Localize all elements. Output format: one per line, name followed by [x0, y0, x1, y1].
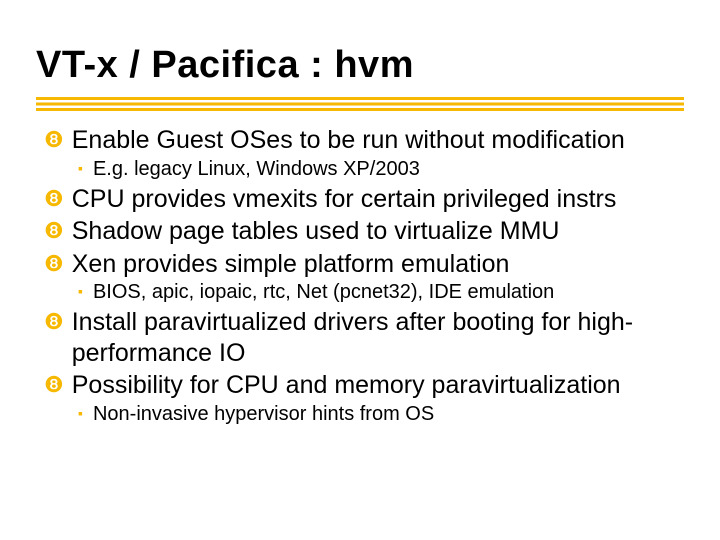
bullet-item: ❽ Xen provides simple platform emulation [44, 249, 684, 280]
square-bullet-icon: ▪ [78, 401, 83, 426]
bullet-text: Shadow page tables used to virtualize MM… [72, 216, 684, 247]
bullet-item: ❽ CPU provides vmexits for certain privi… [44, 184, 684, 215]
circle-bullet-icon: ❽ [44, 216, 64, 246]
circle-bullet-icon: ❽ [44, 125, 64, 155]
bullet-text: Enable Guest OSes to be run without modi… [72, 125, 684, 156]
bullet-item: ❽ Shadow page tables used to virtualize … [44, 216, 684, 247]
circle-bullet-icon: ❽ [44, 249, 64, 279]
bullet-text: CPU provides vmexits for certain privile… [72, 184, 684, 215]
sub-bullet-text: E.g. legacy Linux, Windows XP/2003 [93, 156, 684, 182]
slide-body: ❽ Enable Guest OSes to be run without mo… [0, 125, 720, 427]
sub-bullet-text: BIOS, apic, iopaic, rtc, Net (pcnet32), … [93, 279, 684, 305]
sub-bullet-item: ▪ BIOS, apic, iopaic, rtc, Net (pcnet32)… [78, 279, 684, 305]
sub-bullet-item: ▪ E.g. legacy Linux, Windows XP/2003 [78, 156, 684, 182]
circle-bullet-icon: ❽ [44, 184, 64, 214]
bullet-text: Possibility for CPU and memory paravirtu… [72, 370, 684, 401]
bullet-item: ❽ Install paravirtualized drivers after … [44, 307, 684, 368]
square-bullet-icon: ▪ [78, 279, 83, 304]
sub-bullet-text: Non-invasive hypervisor hints from OS [93, 401, 684, 427]
square-bullet-icon: ▪ [78, 156, 83, 181]
circle-bullet-icon: ❽ [44, 370, 64, 400]
sub-bullet-item: ▪ Non-invasive hypervisor hints from OS [78, 401, 684, 427]
bullet-item: ❽ Possibility for CPU and memory paravir… [44, 370, 684, 401]
circle-bullet-icon: ❽ [44, 307, 64, 337]
bullet-text: Xen provides simple platform emulation [72, 249, 684, 280]
bullet-text: Install paravirtualized drivers after bo… [72, 307, 684, 368]
bullet-item: ❽ Enable Guest OSes to be run without mo… [44, 125, 684, 156]
title-underline [36, 97, 684, 111]
slide-title: VT-x / Pacifica : hvm [0, 0, 720, 93]
